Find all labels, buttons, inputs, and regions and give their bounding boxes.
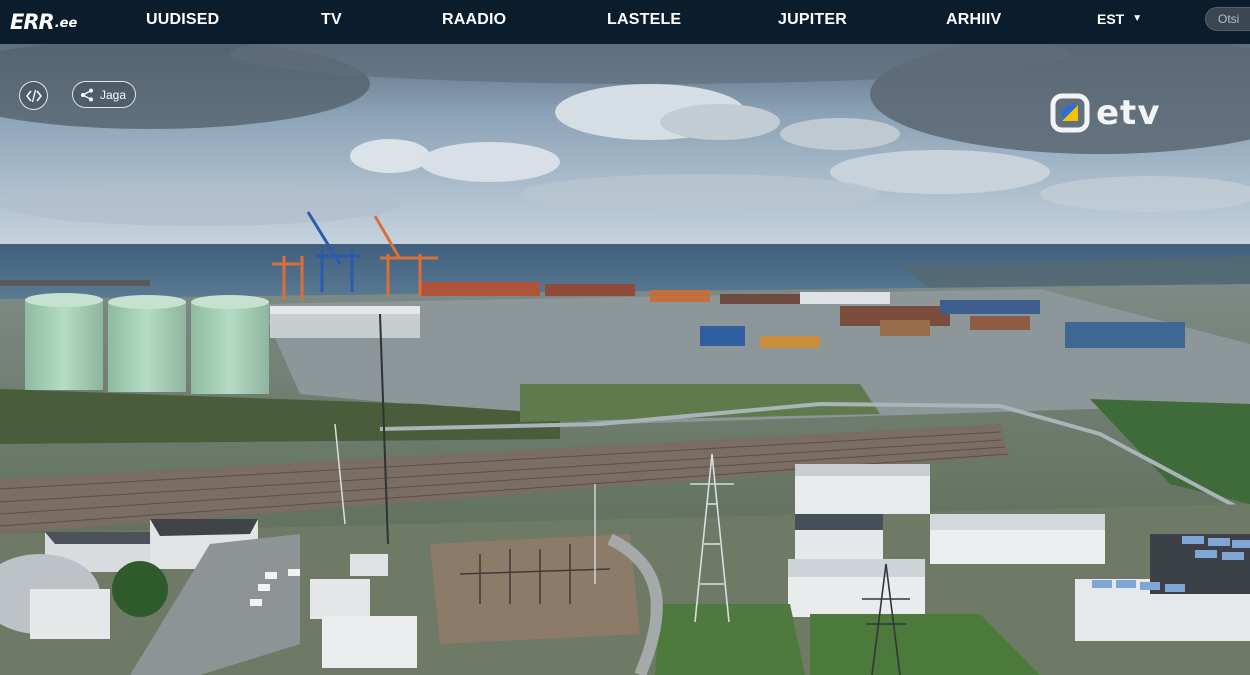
nav-item-lastele[interactable]: LASTELE	[607, 0, 681, 44]
share-label: Jaga	[100, 87, 127, 102]
share-button[interactable]: Jaga	[72, 81, 137, 108]
video-player[interactable]: Jaga etv	[0, 44, 1250, 675]
etv-ukraine-badge-icon	[1050, 93, 1090, 133]
err-logo[interactable]: ERR .ee	[10, 8, 77, 34]
language-selector[interactable]: EST ▼	[1097, 0, 1142, 44]
caret-down-icon: ▼	[1132, 13, 1143, 24]
nav-item-arhiiv[interactable]: ARHIIV	[946, 0, 1001, 44]
share-icon	[81, 88, 93, 101]
embed-button[interactable]	[19, 81, 48, 110]
nav-item-uudised[interactable]: UUDISED	[146, 0, 219, 44]
top-navigation-bar: ERR .ee UUDISED TV RAADIO LASTELE JUPITE…	[0, 0, 1250, 44]
search-input[interactable]	[1205, 7, 1250, 31]
etv-logo-text: etv	[1096, 93, 1161, 133]
video-frame-aerial-port	[0, 44, 1250, 675]
nav-item-jupiter[interactable]: JUPITER	[778, 0, 847, 44]
etv-channel-logo: etv	[1050, 92, 1160, 134]
nav-item-raadio[interactable]: RAADIO	[442, 0, 506, 44]
logo-tld-text: .ee	[54, 16, 78, 31]
nav-item-tv[interactable]: TV	[321, 0, 342, 44]
logo-main-text: ERR	[10, 10, 55, 34]
language-label: EST	[1097, 11, 1125, 27]
embed-code-icon	[25, 89, 42, 102]
